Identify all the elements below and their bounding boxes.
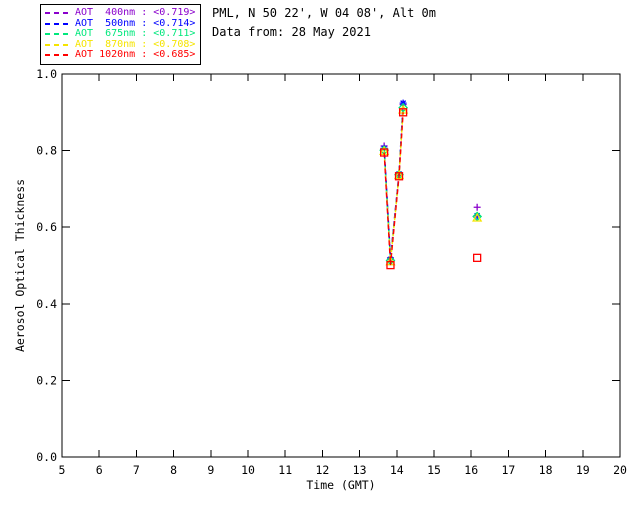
legend-box: AOT 400nm : <0.719> AOT 500nm : <0.714> AO… bbox=[40, 4, 202, 65]
x-tick-label: 10 bbox=[241, 463, 255, 477]
x-tick-label: 8 bbox=[170, 463, 177, 477]
legend-label: AOT 870nm : <0.708> bbox=[75, 38, 196, 50]
x-tick-label: 7 bbox=[133, 463, 140, 477]
legend-label: AOT 675nm : <0.711> bbox=[75, 28, 196, 40]
legend-entry: AOT 675nm : <0.711> bbox=[45, 29, 195, 40]
legend-line-sample bbox=[45, 22, 69, 25]
x-tick-label: 20 bbox=[613, 463, 627, 477]
series-aot-1020nm bbox=[380, 108, 482, 270]
x-tick-label: 15 bbox=[427, 463, 441, 477]
x-tick-label: 19 bbox=[576, 463, 590, 477]
x-axis-label: Time (GMT) bbox=[306, 478, 375, 492]
legend-entry: AOT 1020nm : <0.685> bbox=[45, 50, 195, 61]
y-tick-label: 0.8 bbox=[36, 144, 57, 158]
x-tick-label: 6 bbox=[96, 463, 103, 477]
data-date: Data from: 28 May 2021 bbox=[212, 25, 371, 39]
y-axis-label: Aerosol Optical Thickness bbox=[13, 179, 27, 352]
y-tick-label: 0.0 bbox=[36, 450, 57, 464]
legend-line-sample bbox=[45, 43, 69, 46]
station-header: PML, N 50 22', W 04 08', Alt 0m Data fro… bbox=[212, 6, 436, 44]
x-tick-label: 18 bbox=[539, 463, 553, 477]
series-aot-870nm bbox=[379, 104, 483, 266]
y-tick-label: 1.0 bbox=[36, 67, 57, 81]
axis-labels: 5 6 7 8 9 10 11 12 13 14 15 16 17 18 19 20 0.0 0.2 0.4 0.6 0… bbox=[13, 67, 627, 492]
x-tick-label: 12 bbox=[315, 463, 329, 477]
x-tick-label: 16 bbox=[464, 463, 478, 477]
aot-plot-page: 5 6 7 8 9 10 11 12 13 14 15 16 17 18 19 20 0.0 0.2 0.4 0.6 0… bbox=[0, 0, 640, 512]
x-tick-label: 13 bbox=[353, 463, 367, 477]
y-tick-label: 0.2 bbox=[36, 373, 57, 387]
legend-line-sample bbox=[45, 54, 69, 57]
station-info: PML, N 50 22', W 04 08', Alt 0m bbox=[212, 6, 436, 20]
x-tick-label: 14 bbox=[390, 463, 404, 477]
series-aot-400nm bbox=[380, 101, 481, 262]
series-aot-675nm bbox=[379, 102, 483, 266]
aot-chart: 5 6 7 8 9 10 11 12 13 14 15 16 17 18 19 20 0.0 0.2 0.4 0.6 0… bbox=[13, 67, 627, 492]
legend-label: AOT 1020nm : <0.685> bbox=[75, 49, 196, 61]
legend-label: AOT 500nm : <0.714> bbox=[75, 17, 196, 29]
axes bbox=[61, 73, 621, 458]
legend-label: AOT 400nm : <0.719> bbox=[75, 7, 196, 19]
legend-line-sample bbox=[45, 33, 69, 36]
x-tick-label: 9 bbox=[207, 463, 214, 477]
legend-entry: AOT 400nm : <0.719> bbox=[45, 8, 195, 19]
y-tick-label: 0.6 bbox=[36, 220, 57, 234]
x-tick-label: 5 bbox=[59, 463, 66, 477]
y-tick-label: 0.4 bbox=[36, 297, 57, 311]
legend-line-sample bbox=[45, 12, 69, 15]
series-aot-500nm bbox=[380, 99, 481, 263]
x-tick-label: 17 bbox=[501, 463, 515, 477]
x-tick-label: 11 bbox=[278, 463, 292, 477]
